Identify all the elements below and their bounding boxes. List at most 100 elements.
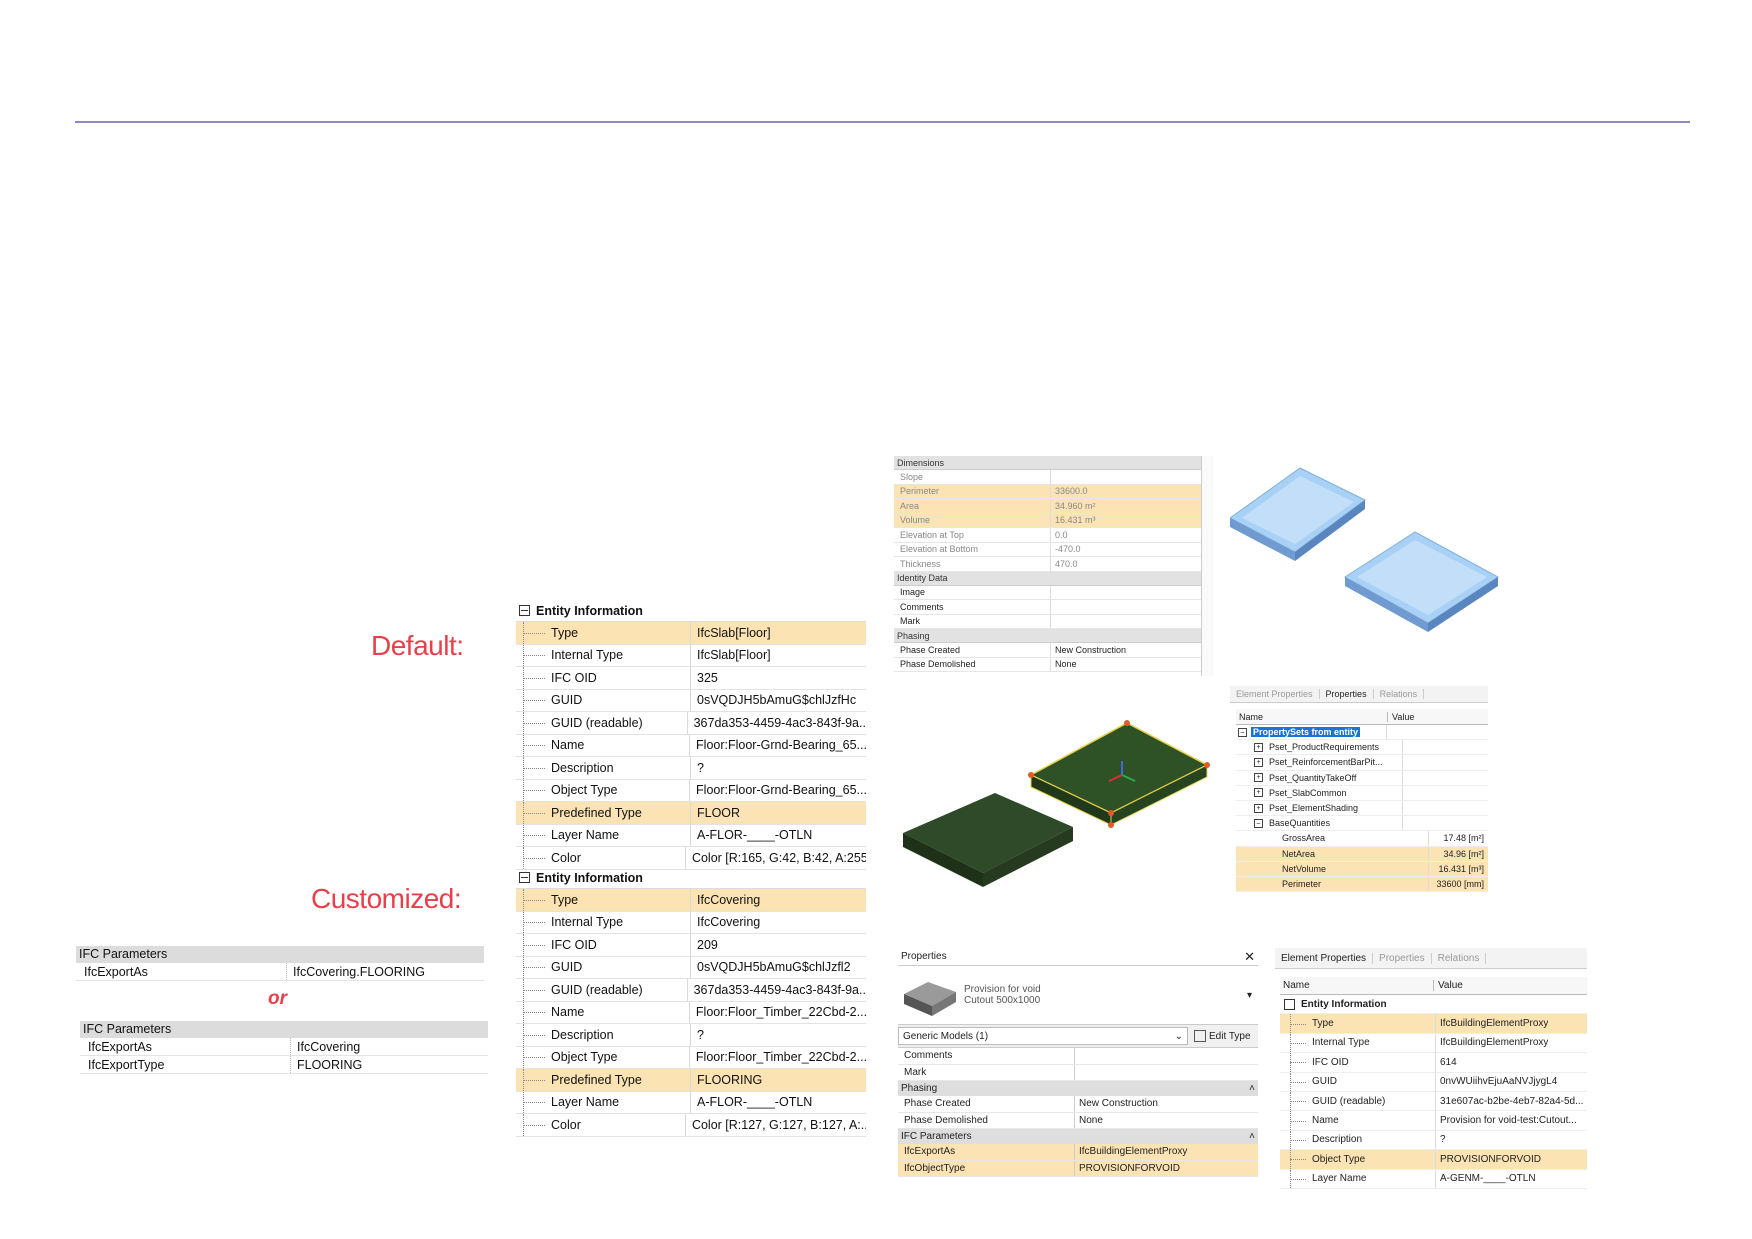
- col-name-header[interactable]: Name: [1236, 711, 1388, 722]
- edit-type-button[interactable]: Edit Type: [1194, 1030, 1251, 1042]
- entity-row[interactable]: Name Provision for void-test:Cutout...: [1280, 1111, 1587, 1131]
- pset-row[interactable]: + Pset_ElementShading: [1236, 800, 1488, 817]
- property-row[interactable]: Elevation at Bottom -470.0: [894, 542, 1212, 557]
- section-header[interactable]: Phasing˄: [894, 629, 1212, 643]
- entity-row[interactable]: Object Type Floor:Floor_Timber_22Cbd-2...: [516, 1046, 866, 1069]
- element-filter-dropdown[interactable]: Generic Models (1) ⌄: [898, 1027, 1188, 1045]
- tab-element-properties[interactable]: Element Properties: [1275, 952, 1374, 964]
- pset-row[interactable]: NetArea 34.96 [m²]: [1236, 846, 1488, 862]
- pset-row[interactable]: + Pset_ReinforcementBarPit...: [1236, 755, 1488, 771]
- property-row[interactable]: Elevation at Top 0.0: [894, 528, 1212, 543]
- grip-handle[interactable]: [1124, 720, 1130, 726]
- entity-row[interactable]: Name Floor:Floor-Grnd-Bearing_65...: [516, 734, 866, 757]
- entity-row[interactable]: Type IfcCovering: [516, 889, 866, 912]
- entity-row[interactable]: IFC OID 325: [516, 667, 866, 690]
- tab-relations[interactable]: Relations: [1374, 689, 1425, 699]
- ifc-param-row[interactable]: IfcExportAs IfcCovering: [80, 1038, 488, 1056]
- entity-row[interactable]: Layer Name A-FLOR-____-OTLN: [516, 1091, 866, 1114]
- property-row[interactable]: Mark: [894, 614, 1212, 629]
- collapse-icon[interactable]: [519, 872, 530, 883]
- entity-row[interactable]: Color Color [R:127, G:127, B:127, A:...: [516, 1114, 866, 1137]
- entity-row[interactable]: Layer Name A-FLOR-____-OTLN: [516, 824, 866, 847]
- grip-handle[interactable]: [1204, 762, 1210, 768]
- pset-row[interactable]: – PropertySets from entity: [1236, 725, 1488, 741]
- property-row[interactable]: Thickness 470.0: [894, 557, 1212, 572]
- tab-relations[interactable]: Relations: [1432, 952, 1487, 964]
- collapse-icon[interactable]: –: [1254, 818, 1263, 828]
- tab-properties[interactable]: Properties: [1373, 952, 1432, 964]
- entity-row[interactable]: GUID (readable) 367da353-4459-4ac3-843f-9…: [516, 712, 866, 735]
- grip-handle[interactable]: [1028, 772, 1034, 778]
- scrollbar[interactable]: [1201, 456, 1213, 676]
- entity-row[interactable]: Layer Name A-GENM-____-OTLN: [1280, 1169, 1587, 1189]
- entity-row[interactable]: Description?: [1280, 1130, 1587, 1151]
- property-row[interactable]: Image: [894, 585, 1212, 600]
- collapse-section-icon[interactable]: ˄: [1249, 1083, 1255, 1094]
- property-row[interactable]: Comments: [898, 1048, 1258, 1065]
- pset-row[interactable]: – BaseQuantities: [1236, 816, 1488, 832]
- entity-row[interactable]: GUID (readable) 31e607ac-b2be-4eb7-82a4-5…: [1280, 1091, 1587, 1112]
- entity-row[interactable]: GUID 0sVQDJH5bAmuG$chlJzfl2: [516, 956, 866, 979]
- property-row[interactable]: Phase Created New Construction: [894, 643, 1212, 658]
- section-header[interactable]: Identity Data˄: [894, 571, 1212, 586]
- property-row[interactable]: Comments: [894, 600, 1212, 615]
- property-row[interactable]: Phase Demolished None: [894, 657, 1212, 672]
- collapse-icon[interactable]: [519, 605, 530, 616]
- entity-row[interactable]: Internal Type IfcCovering: [516, 911, 866, 934]
- entity-row[interactable]: IFC OID 209: [516, 934, 866, 957]
- ifc-param-row[interactable]: IfcExportType FLOORING: [80, 1056, 488, 1074]
- pset-row[interactable]: + Pset_SlabCommon: [1236, 785, 1488, 801]
- entity-row[interactable]: Internal Type IfcSlab[Floor]: [516, 644, 866, 667]
- col-value-header[interactable]: Value: [1388, 712, 1414, 722]
- entity-row[interactable]: Predefined Type FLOOR: [516, 802, 866, 825]
- entity-information-header[interactable]: Entity Information: [1280, 995, 1587, 1015]
- entity-row[interactable]: Name Floor:Floor_Timber_22Cbd-2...: [516, 1001, 866, 1024]
- type-selector[interactable]: Provision for void Cutout 500x1000 ▾: [898, 966, 1258, 1025]
- pset-row[interactable]: + Pset_ProductRequirements: [1236, 740, 1488, 756]
- entity-row[interactable]: Type IfcBuildingElementProxy: [1280, 1014, 1587, 1034]
- property-row[interactable]: Perimeter 33600.0: [894, 484, 1212, 499]
- expand-icon[interactable]: +: [1254, 803, 1263, 813]
- expand-icon[interactable]: +: [1254, 773, 1263, 783]
- ifc-parameters-section[interactable]: IFC Parameters ˄: [898, 1129, 1258, 1144]
- tab-properties[interactable]: Properties: [1320, 689, 1374, 699]
- expand-icon[interactable]: +: [1254, 788, 1263, 798]
- property-row[interactable]: Phase Demolished None: [898, 1112, 1258, 1129]
- collapse-section-icon[interactable]: ˄: [1249, 1131, 1255, 1142]
- tab-element-properties[interactable]: Element Properties: [1230, 689, 1320, 699]
- expand-icon[interactable]: +: [1254, 742, 1263, 752]
- property-row[interactable]: Area 34.960 m²: [894, 499, 1212, 514]
- entity-row[interactable]: Object Type Floor:Floor-Grnd-Bearing_65..…: [516, 779, 866, 802]
- close-icon[interactable]: ✕: [1244, 949, 1255, 965]
- entity-row[interactable]: Description?: [516, 757, 866, 780]
- chevron-down-icon[interactable]: ▾: [1247, 990, 1252, 1001]
- grip-handle[interactable]: [1108, 810, 1114, 816]
- col-name-header[interactable]: Name: [1280, 980, 1434, 991]
- entity-row[interactable]: GUID 0nvWUiihvEjuAaNVJjygL4: [1280, 1072, 1587, 1092]
- ifc-param-row[interactable]: IfcExportAs IfcCovering.FLOORING: [76, 963, 484, 981]
- entity-row[interactable]: Internal Type IfcBuildingElementProxy: [1280, 1033, 1587, 1054]
- phasing-section[interactable]: Phasing ˄: [898, 1081, 1258, 1096]
- collapse-icon[interactable]: [1284, 998, 1295, 1010]
- entity-row[interactable]: Object Type PROVISIONFORVOID: [1280, 1150, 1587, 1170]
- pset-row[interactable]: Perimeter 33600 [mm]: [1236, 876, 1488, 893]
- col-value-header[interactable]: Value: [1434, 980, 1463, 991]
- pset-row[interactable]: + Pset_QuantityTakeOff: [1236, 770, 1488, 786]
- collapse-icon[interactable]: –: [1238, 727, 1247, 737]
- entity-row[interactable]: Type IfcSlab[Floor]: [516, 622, 866, 645]
- entity-row[interactable]: GUID 0sVQDJH5bAmuG$chlJzfHc: [516, 689, 866, 712]
- entity-information-header[interactable]: Entity Information: [516, 867, 866, 889]
- expand-icon[interactable]: +: [1254, 757, 1263, 767]
- entity-row[interactable]: Predefined Type FLOORING: [516, 1069, 866, 1092]
- property-row[interactable]: Phase Created New Construction: [898, 1096, 1258, 1113]
- pset-row[interactable]: GrossArea 17.48 [m²]: [1236, 831, 1488, 847]
- entity-information-header[interactable]: Entity Information: [516, 600, 866, 622]
- property-row[interactable]: Mark: [898, 1064, 1258, 1081]
- pset-row[interactable]: NetVolume 16.431 [m³]: [1236, 861, 1488, 877]
- property-row[interactable]: IfcExportAs IfcBuildingElementProxy: [898, 1144, 1258, 1161]
- section-header[interactable]: Dimensions˄: [894, 456, 1212, 470]
- property-row[interactable]: Volume 16.431 m³: [894, 513, 1212, 528]
- entity-row[interactable]: IFC OID 614: [1280, 1053, 1587, 1073]
- entity-row[interactable]: GUID (readable) 367da353-4459-4ac3-843f-9…: [516, 979, 866, 1002]
- grip-handle[interactable]: [1108, 822, 1114, 828]
